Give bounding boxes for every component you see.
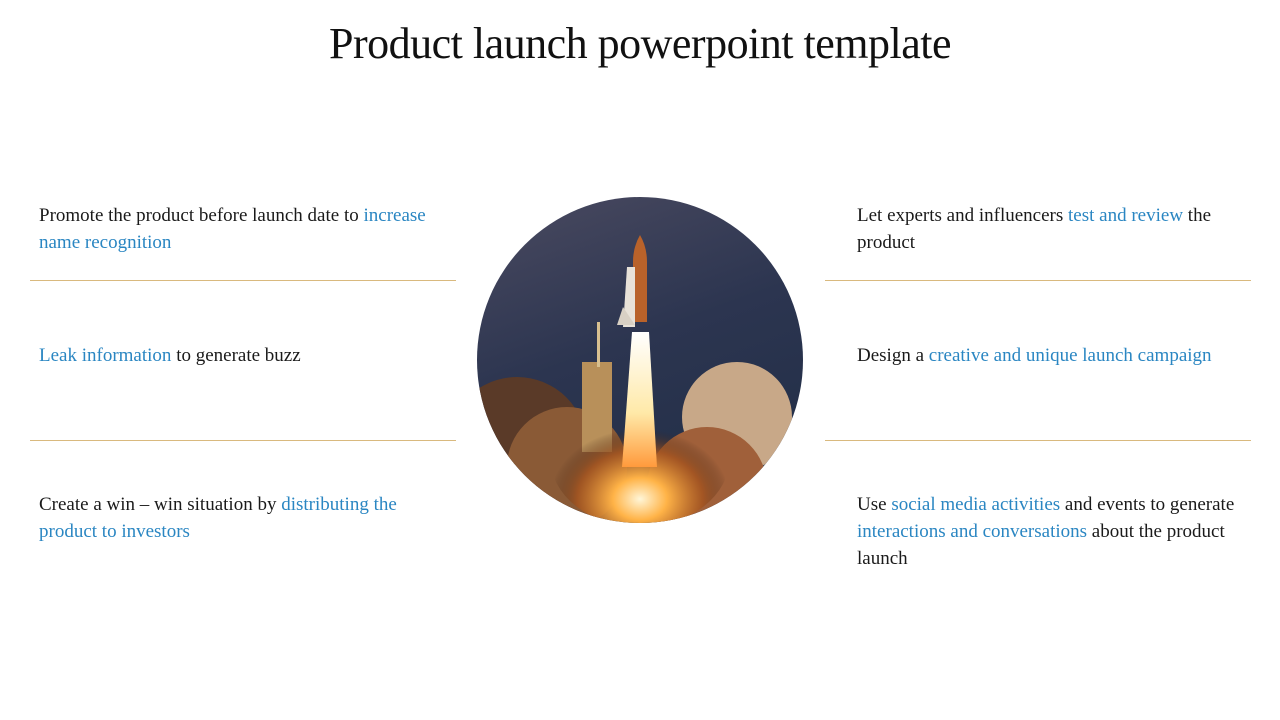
text-segment: to generate buzz xyxy=(171,345,301,366)
divider-left-2 xyxy=(30,440,456,441)
divider-right-1 xyxy=(825,280,1251,281)
text-segment: Let experts and influencers xyxy=(857,205,1069,226)
text-segment: and events to generate xyxy=(1060,494,1235,515)
divider-left-1 xyxy=(30,280,456,281)
text-segment: Create a win – win situation by xyxy=(39,494,282,515)
left-point-2: Leak information to generate buzz xyxy=(39,342,429,369)
right-point-1: Let experts and influencers test and rev… xyxy=(857,202,1247,256)
right-point-2: Design a creative and unique launch camp… xyxy=(857,342,1247,369)
rocket-flame xyxy=(622,332,657,467)
text-segment: Promote the product before launch date t… xyxy=(39,205,364,226)
highlight-segment: test and review xyxy=(1068,205,1184,226)
rocket-launch-image xyxy=(477,197,803,523)
divider-right-2 xyxy=(825,440,1251,441)
slide-title: Product launch powerpoint template xyxy=(328,19,952,68)
left-point-3: Create a win – win situation by distribu… xyxy=(39,491,429,545)
left-point-1: Promote the product before launch date t… xyxy=(39,202,429,256)
highlight-segment: Leak information xyxy=(39,345,172,366)
tower-antenna xyxy=(597,322,600,367)
text-segment: Use xyxy=(857,494,892,515)
highlight-segment: interactions and conversations xyxy=(857,521,1088,542)
highlight-segment: social media activities xyxy=(891,494,1061,515)
rocket-tank xyxy=(633,235,647,322)
text-segment: Design a xyxy=(857,345,929,366)
right-point-3: Use social media activities and events t… xyxy=(857,491,1237,572)
rocket-launch-illustration xyxy=(477,235,792,523)
highlight-segment: creative and unique launch campaign xyxy=(928,345,1212,366)
